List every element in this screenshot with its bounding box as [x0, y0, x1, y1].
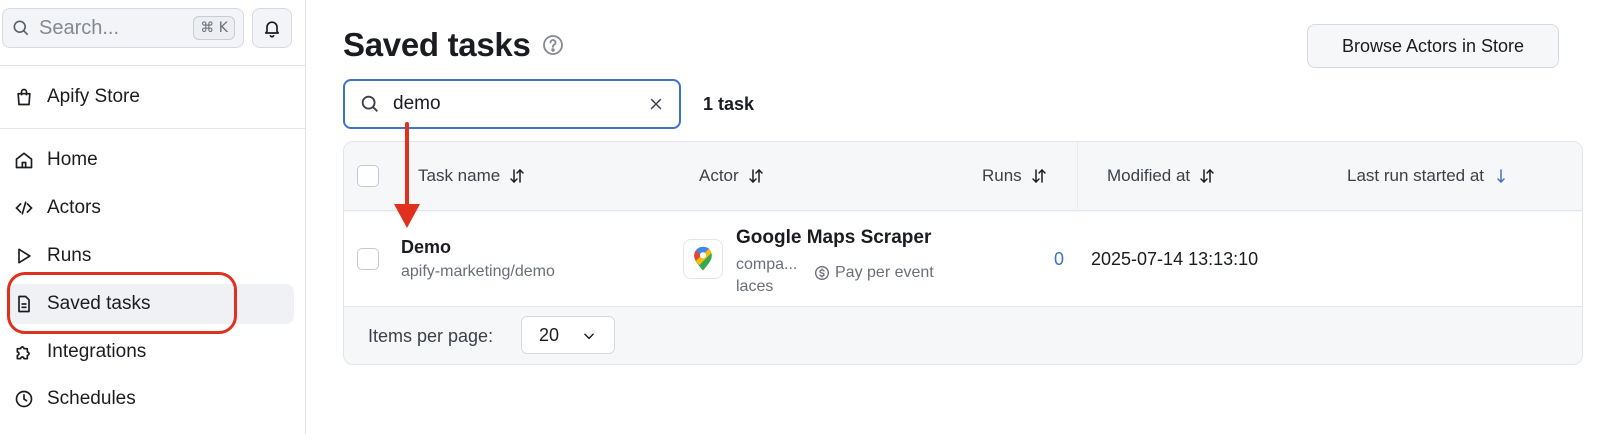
sidebar-item-home[interactable]: Home — [8, 140, 294, 180]
page-title-text: Saved tasks — [343, 26, 531, 63]
table-row[interactable]: Demo apify-marketing/demo Google Maps Sc… — [344, 212, 1582, 307]
home-icon — [15, 152, 33, 169]
sort-icon — [1031, 168, 1046, 184]
sidebar-search-row: Search... ⌘ K — [2, 8, 292, 48]
puzzle-icon — [16, 346, 30, 360]
notifications-button[interactable] — [252, 8, 292, 48]
column-header-label: Modified at — [1107, 166, 1191, 185]
clear-icon[interactable] — [647, 95, 665, 113]
bell-icon — [264, 21, 280, 38]
sidebar-divider — [0, 65, 306, 66]
column-separator — [1077, 142, 1078, 211]
sidebar-item-integrations[interactable]: Integrations — [8, 332, 294, 372]
page-title: Saved tasks — [343, 26, 565, 64]
dollar-circle-icon — [815, 266, 829, 280]
sidebar: Search... ⌘ K Apify Store Home Actors Ru… — [0, 0, 306, 434]
sidebar-divider — [0, 128, 306, 129]
app-root: Search... ⌘ K Apify Store Home Actors Ru… — [0, 0, 1600, 434]
task-search-box — [343, 79, 681, 129]
sort-icon — [1200, 168, 1214, 184]
table-footer: Items per page: 20 — [344, 308, 1582, 364]
sidebar-search-placeholder: Search... — [39, 16, 120, 39]
sidebar-item-label: Home — [47, 149, 98, 170]
column-header-label: Last run started at — [1347, 166, 1485, 185]
search-icon — [361, 95, 378, 112]
clock-icon — [15, 390, 33, 408]
table-header: Task name Actor Runs Modified at Last ru… — [344, 142, 1582, 211]
map-pin-icon — [694, 246, 712, 271]
items-per-page-value: 20 — [539, 324, 560, 345]
actor-username: compa... laces — [736, 256, 798, 295]
column-header-task-name[interactable]: Task name — [418, 166, 526, 186]
sort-descending-icon — [1497, 169, 1505, 184]
sidebar-item-actors[interactable]: Actors — [8, 188, 294, 228]
sidebar-item-label: Saved tasks — [47, 293, 151, 314]
items-per-page-label: Items per page: — [368, 326, 494, 346]
code-icon — [15, 201, 33, 215]
runs-count-link[interactable]: 0 — [1054, 249, 1064, 270]
task-path: apify-marketing/demo — [401, 263, 555, 280]
task-count: 1 task — [703, 94, 755, 114]
column-header-modified-at[interactable]: Modified at — [1107, 166, 1216, 186]
row-checkbox[interactable] — [357, 248, 379, 270]
document-icon — [18, 295, 30, 313]
task-name-link[interactable]: Demo — [401, 237, 451, 258]
actor-logo — [683, 239, 723, 279]
help-icon[interactable] — [541, 33, 565, 57]
modified-at-value: 2025-07-14 13:13:10 — [1091, 249, 1259, 269]
sidebar-item-label: Runs — [47, 245, 92, 266]
sidebar-search-input[interactable]: Search... ⌘ K — [2, 8, 244, 48]
search-shortcut-badge: ⌘ K — [193, 16, 235, 40]
browse-actors-button[interactable]: Browse Actors in Store — [1307, 24, 1559, 68]
task-search-input[interactable] — [393, 93, 647, 115]
sort-icon — [510, 168, 524, 184]
column-header-last-run[interactable]: Last run started at — [1347, 166, 1510, 186]
column-header-label: Task name — [418, 166, 501, 185]
sort-icon — [748, 168, 763, 184]
sidebar-item-runs[interactable]: Runs — [8, 236, 294, 276]
items-per-page-select[interactable]: 20 — [521, 316, 615, 354]
column-header-label: Actor — [699, 166, 739, 185]
chevron-down-icon — [584, 333, 594, 340]
shopping-bag-icon — [17, 88, 31, 106]
sidebar-item-saved-tasks[interactable]: Saved tasks — [8, 284, 294, 324]
browse-actors-label: Browse Actors in Store — [1341, 35, 1525, 56]
select-all-checkbox[interactable] — [357, 165, 379, 187]
actor-name-link[interactable]: Google Maps Scraper — [736, 227, 931, 249]
column-header-actor[interactable]: Actor — [699, 166, 765, 186]
sidebar-item-schedules[interactable]: Schedules — [8, 379, 294, 419]
search-icon — [13, 20, 29, 36]
sidebar-item-apify-store[interactable]: Apify Store — [8, 77, 294, 117]
sidebar-item-label: Apify Store — [47, 86, 140, 107]
play-icon — [18, 248, 31, 264]
sidebar-item-label: Schedules — [47, 388, 136, 409]
column-header-label: Runs — [982, 166, 1022, 185]
sidebar-item-label: Integrations — [47, 341, 147, 362]
sidebar-item-label: Actors — [47, 197, 101, 218]
pricing-badge: Pay per event — [814, 264, 934, 282]
pricing-label: Pay per event — [835, 264, 934, 281]
column-header-runs[interactable]: Runs — [982, 166, 1048, 186]
tasks-table: Task name Actor Runs Modified at Last ru… — [343, 141, 1583, 365]
